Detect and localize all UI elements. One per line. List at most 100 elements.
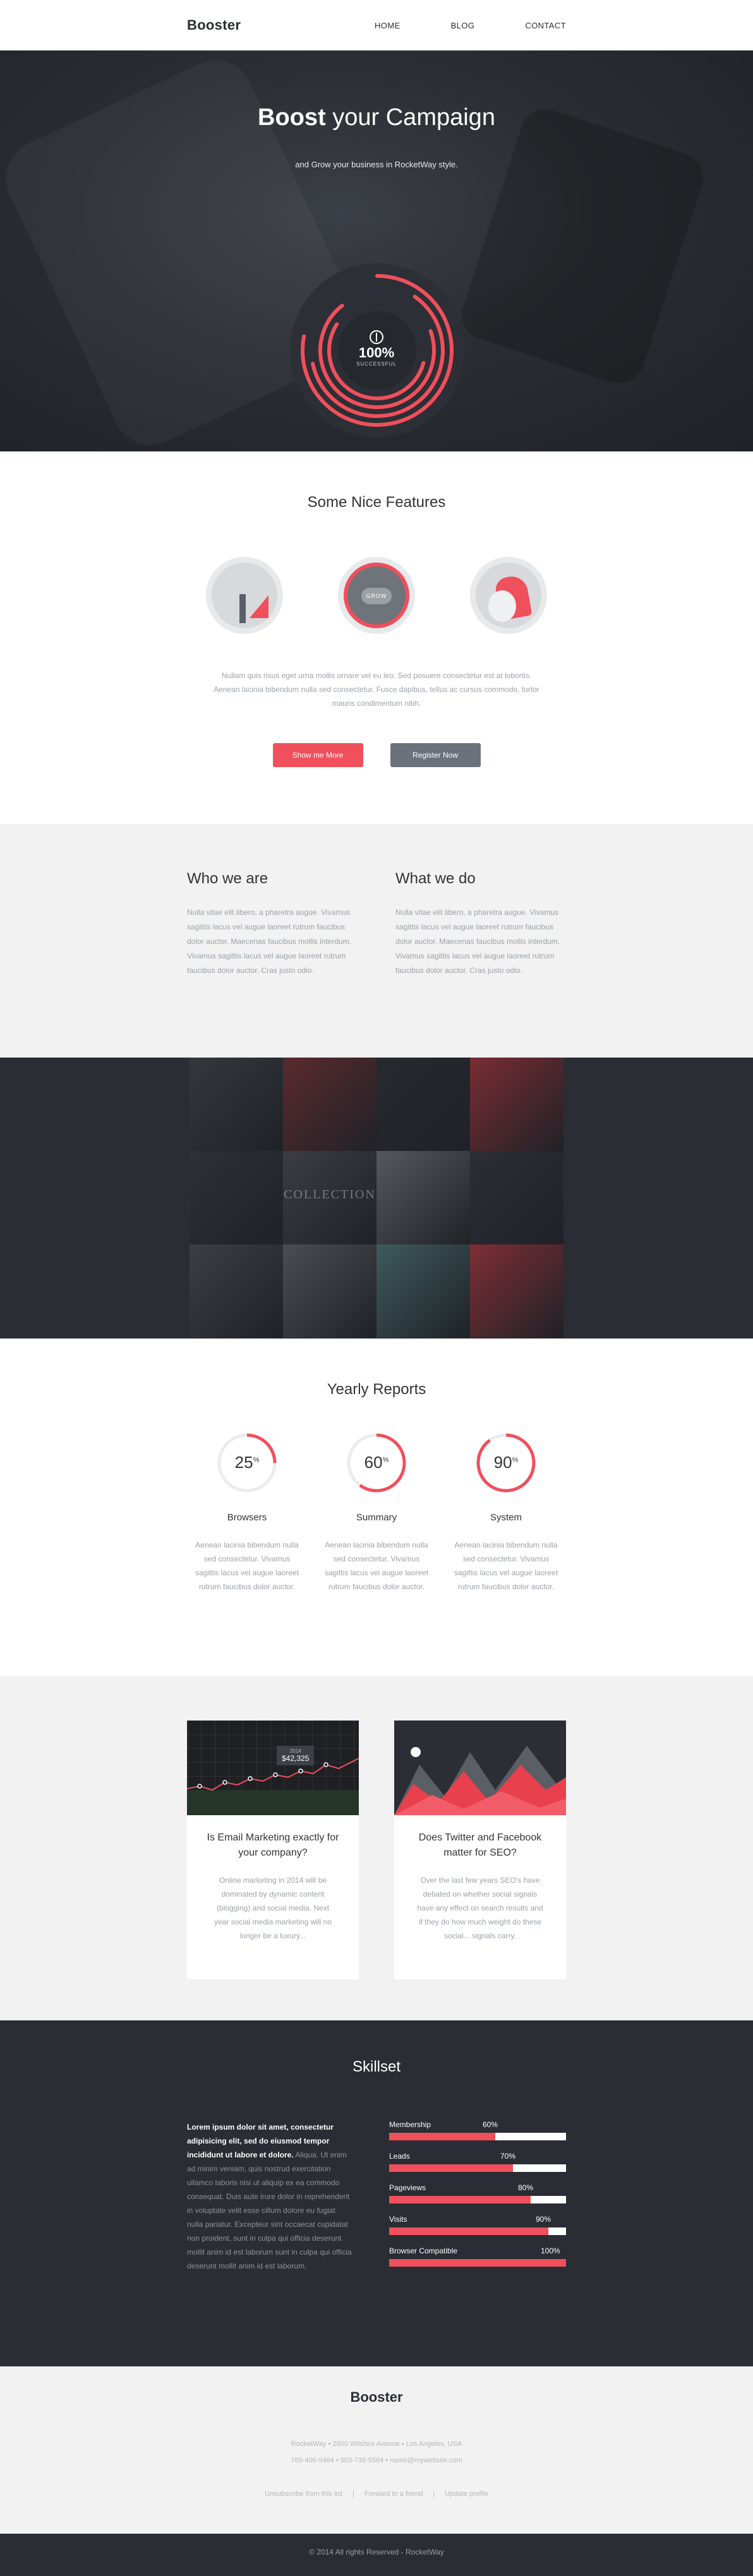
gallery-tile-label: COLLECTION: [284, 1188, 376, 1202]
forward-link[interactable]: Forward to a friend: [364, 2490, 423, 2498]
skill-bar: Browser Compatible 100%: [389, 2246, 566, 2267]
grow-icon: GROW: [338, 557, 415, 634]
report-label: Summary: [356, 1512, 397, 1523]
hero-background-shape: [455, 102, 710, 390]
skill-bars: Membership 60% Leads 70% Pageviews 80% Visits 9…: [389, 2120, 566, 2278]
nav-contact-link[interactable]: CONTACT: [525, 21, 566, 30]
hero-title: Boost your Campaign: [258, 104, 495, 131]
gauge-readout: 100% SUCCESSFUL: [345, 321, 408, 367]
skill-label: Browser Compatible: [389, 2246, 458, 2255]
who-we-are-text: Nulla vitae elit libero, a pharetra augu…: [187, 908, 352, 975]
main-nav: HOME BLOG CONTACT: [324, 21, 566, 30]
skill-bar-fill: [389, 2133, 495, 2140]
analytics-icon: [206, 557, 283, 634]
report-value: 25%: [234, 1453, 260, 1472]
features-buttons: Show me More Register Now: [0, 743, 753, 767]
unsubscribe-link[interactable]: Unsubscribe from this list: [265, 2490, 342, 2498]
report-text: Aenean lacinia bibendum nulla sed consec…: [454, 1541, 558, 1591]
report-label: Browsers: [227, 1512, 267, 1523]
feature-icons: GROW: [206, 557, 547, 634]
report-text: Aenean lacinia bibendum nulla sed consec…: [324, 1541, 429, 1591]
what-we-do-column: What we do Nulla vitae elit libero, a ph…: [395, 870, 566, 978]
skill-bar-fill: [389, 2227, 548, 2235]
gallery-tile[interactable]: [376, 1151, 470, 1244]
skill-bar-fill: [389, 2196, 531, 2203]
nav-home-link[interactable]: HOME: [375, 21, 401, 30]
skill-bar: Visits 90%: [389, 2215, 566, 2235]
blog-card-title[interactable]: Is Email Marketing exactly for your comp…: [187, 1815, 359, 1861]
report-summary: 60% Summary Aenean lacinia bibendum null…: [316, 1431, 437, 1594]
gauge-label: SUCCESSFUL: [356, 361, 397, 367]
gallery-tile[interactable]: [190, 1151, 283, 1244]
features-section: Some Nice Features GROW Nullam quis risu…: [0, 451, 753, 824]
hero-subtitle: and Grow your business in RocketWay styl…: [295, 160, 458, 169]
features-title: Some Nice Features: [307, 494, 446, 511]
email-marketing-image: 2014 $42,325: [187, 1720, 359, 1815]
footer-links: Unsubscribe from this list | Forward to a …: [265, 2490, 488, 2498]
report-browsers: 25% Browsers Aenean lacinia bibendum nul…: [187, 1431, 307, 1594]
hero-section: Boost your Campaign and Grow your busine…: [0, 51, 753, 451]
skill-bar-fill: [389, 2164, 513, 2172]
skill-value: 80%: [518, 2183, 534, 2192]
skill-value: 90%: [536, 2215, 551, 2224]
skill-bar-fill: [389, 2259, 566, 2267]
gallery-tile[interactable]: [190, 1244, 283, 1338]
blog-card-text: Online marketing in 2014 will be dominat…: [214, 1876, 332, 1940]
report-text: Aenean lacinia bibendum nulla sed consec…: [195, 1541, 299, 1591]
blog-card[interactable]: Does Twitter and Facebook matter for SEO…: [394, 1720, 566, 1979]
what-we-do-text: Nulla vitae elit libero, a pharetra augu…: [395, 908, 560, 975]
gallery-grid: COLLECTION: [190, 1058, 563, 1338]
seo-mountains-image: [394, 1720, 566, 1815]
gallery-tile[interactable]: [470, 1058, 563, 1151]
gallery-tile[interactable]: [283, 1058, 376, 1151]
register-button[interactable]: Register Now: [390, 743, 481, 767]
footer-contact-line: 765-406-5464 • 503-738-5564 • name@myweb…: [291, 2457, 462, 2464]
skills-intro: Lorem ipsum dolor sit amet, consectetur …: [187, 2120, 352, 2278]
rocket-icon: [470, 557, 547, 634]
what-we-do-title: What we do: [395, 870, 476, 887]
about-section: Who we are Nulla vitae elit libero, a ph…: [0, 824, 753, 1058]
report-value: 90%: [493, 1453, 519, 1472]
gallery-tile[interactable]: COLLECTION: [283, 1151, 376, 1244]
update-profile-link[interactable]: Update profile: [445, 2490, 488, 2498]
copyright-bar: © 2014 All rights Reserved - RocketWay: [0, 2534, 753, 2576]
reports-section: Yearly Reports 25% Browsers Aenean lacin…: [0, 1339, 753, 1676]
gallery-tile[interactable]: [376, 1058, 470, 1151]
skill-value: 70%: [500, 2152, 516, 2161]
blog-card[interactable]: 2014 $42,325 Is Email Marketing exactly f…: [187, 1720, 359, 1979]
skill-value: 60%: [483, 2120, 498, 2129]
gallery-tile[interactable]: [470, 1151, 563, 1244]
reports-row: 25% Browsers Aenean lacinia bibendum nul…: [187, 1431, 566, 1594]
gallery-tile[interactable]: [283, 1244, 376, 1338]
blog-card-title[interactable]: Does Twitter and Facebook matter for SEO…: [394, 1815, 566, 1861]
who-we-are-column: Who we are Nulla vitae elit libero, a ph…: [187, 870, 358, 978]
report-value: 60%: [364, 1453, 389, 1472]
gallery-tile[interactable]: [190, 1058, 283, 1151]
blog-card-text: Over the last few years SEO's have debat…: [417, 1876, 543, 1940]
reports-title: Yearly Reports: [327, 1381, 426, 1398]
who-we-are-title: Who we are: [187, 870, 268, 887]
show-more-button[interactable]: Show me More: [272, 743, 363, 767]
brand-logo[interactable]: Booster: [187, 17, 241, 33]
top-header: Booster HOME BLOG CONTACT: [0, 0, 753, 51]
report-label: System: [490, 1512, 522, 1523]
footer-address: RocketWay • 2800 Wilshire Avenue • Los A…: [0, 2436, 753, 2469]
skills-section: Skillset Lorem ipsum dolor sit amet, con…: [0, 2020, 753, 2366]
gallery-section: COLLECTION: [0, 1058, 753, 1339]
skill-bar: Leads 70%: [389, 2152, 566, 2172]
skill-label: Membership: [389, 2120, 431, 2129]
nav-blog-link[interactable]: BLOG: [451, 21, 475, 30]
blog-section: 2014 $42,325 Is Email Marketing exactly f…: [0, 1676, 753, 2020]
report-system: 90% System Aenean lacinia bibendum nulla…: [446, 1431, 566, 1594]
skill-bar: Membership 60%: [389, 2120, 566, 2140]
gallery-tile[interactable]: [470, 1244, 563, 1338]
gauge-value: 100%: [358, 345, 395, 361]
skills-intro-text: Aliqua. Ut enim ad minim veniam, quis no…: [187, 2150, 352, 2270]
features-description: Nullam quis risus eget urna mollis ornar…: [214, 671, 539, 708]
gallery-tile[interactable]: [376, 1244, 470, 1338]
footer-address-line: RocketWay • 2800 Wilshire Avenue • Los A…: [291, 2440, 462, 2448]
skill-value: 100%: [541, 2246, 560, 2255]
line-graph-image: [187, 1758, 359, 1791]
mountains-image: [394, 1746, 566, 1815]
chart-tooltip: 2014 $42,325: [277, 1746, 315, 1765]
